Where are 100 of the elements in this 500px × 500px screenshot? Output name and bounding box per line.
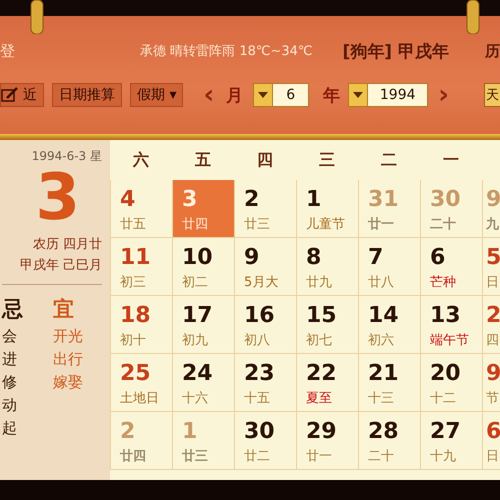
day-cell[interactable]: 27 十九 [420,412,482,470]
day-cell[interactable]: 9 5月大 [234,238,296,296]
day-number: 15 [306,304,338,328]
lunar-date: 端午节 [430,332,470,350]
day-number: 11 [120,246,152,270]
day-cell[interactable]: 5 日 [482,238,500,296]
day-number: 10 [182,246,214,270]
lunar-date: 初六 [368,332,395,350]
big-day-number: 3 [35,165,80,232]
day-cell[interactable]: 8 廿九 [296,238,358,296]
day-number: 24 [182,362,214,386]
date-calc-button[interactable]: 日期推算 [52,83,122,107]
day-cell[interactable]: 30 廿二 [234,412,296,470]
suitable-label: 宜 [53,296,75,324]
day-number: 20 [430,362,462,386]
day-cell[interactable]: 17 初九 [172,296,234,354]
day-cell[interactable]: 14 初六 [358,296,420,354]
suitable-item: 出行 [53,350,83,370]
ganzhi-text: 甲戌年 己巳月 [20,257,102,274]
day-number: 9 [486,188,500,212]
lunar-date: 芒种 [430,274,457,292]
day-number: 2 [120,420,136,444]
day-number: 8 [306,246,322,270]
day-cell[interactable]: 6 日 [482,412,500,470]
day-cell[interactable]: 16 初八 [234,296,296,354]
app-title: 历 [485,42,500,60]
day-cell[interactable]: 15 初七 [296,296,358,354]
avoid-item: 起 [2,419,18,438]
day-cell[interactable]: 10 初二 [172,238,234,296]
lunar-date: 廿四 [182,216,209,234]
ring-icon [466,0,480,34]
lunar-date: 初三 [120,274,147,292]
lunar-date: 四 [486,332,500,350]
weather-text: 承德 晴转雷阵雨 18℃~34℃ [140,43,313,60]
lunar-date: 十五 [244,390,271,408]
day-cell[interactable]: 18 初十 [110,296,172,354]
day-number: 1 [306,188,322,212]
day-cell[interactable]: 22 夏至 [296,354,358,412]
ring-icon [30,0,44,34]
lunar-date: 廿一 [306,448,333,466]
day-number: 2 [244,188,260,212]
lunar-date: 二十 [430,216,457,234]
year-select[interactable]: 1994 [348,83,428,107]
weekday-header: 三 [318,148,336,170]
lunar-date: 十六 [182,390,209,408]
suitable-item: 开光 [53,327,83,346]
lunar-date: 十九 [430,448,457,466]
day-number: 23 [244,362,276,386]
holiday-dropdown[interactable]: 假期 ▾ [130,83,184,107]
lunar-date: 日 [486,274,500,292]
day-cell[interactable]: 29 廿一 [296,412,358,470]
month-select[interactable]: 6 [253,83,310,107]
day-cell[interactable]: 2 廿三 [234,180,296,238]
today-button[interactable]: 天 [484,83,500,107]
day-number: 27 [430,420,462,444]
day-cell[interactable]: 24 十六 [172,354,234,412]
lunar-date: 节 [486,390,500,408]
day-cell[interactable]: 9 节 [482,354,500,412]
day-cell[interactable]: 6 芒种 [420,238,482,296]
day-cell[interactable]: 1 儿童节 [296,180,358,238]
day-number: 18 [120,304,152,328]
lunar-date-text: 农历 四月廿 [32,236,102,254]
day-number: 3 [182,188,198,212]
weekday-header: 二 [380,148,398,170]
day-cell[interactable]: 7 廿八 [358,238,420,296]
lunar-date: 初二 [182,274,209,292]
day-number: 6 [430,246,446,270]
lunar-date: 廿三 [244,216,271,234]
day-cell[interactable]: 25 土地日 [110,354,172,412]
zodiac-year: [狗年] 甲戌年 [342,40,449,62]
lunar-date: 初九 [182,332,209,350]
day-number: 29 [306,420,338,444]
day-cell[interactable]: 20 十二 [420,354,482,412]
lunar-date: 夏至 [306,390,333,408]
day-number: 22 [306,362,338,386]
lunar-date: 廿二 [244,448,271,466]
lunar-date: 十二 [430,390,457,408]
selected-date: 1994-6-3 星 [32,148,102,165]
day-number: 5 [486,246,500,270]
day-number: 25 [120,362,152,386]
lunar-date: 初十 [120,332,147,350]
day-cell[interactable]: 13 端午节 [420,296,482,354]
day-cell[interactable]: 2 四 [482,296,500,354]
day-number: 9 [486,362,500,386]
day-cell[interactable]: 21 十三 [358,354,420,412]
day-number: 9 [244,246,260,270]
lunar-date: 日 [486,448,500,466]
weekday-header: 一 [442,148,460,170]
lunar-date: 初八 [244,332,271,350]
lunar-date: 儿童节 [306,216,346,234]
lunar-date: 十三 [368,390,395,408]
year-label: 年 [323,84,340,106]
avoid-item: 进 [2,350,18,370]
day-cell[interactable]: 28 二十 [358,412,420,470]
weekday-header: 六 [132,148,150,170]
day-cell[interactable]: 11 初三 [110,238,172,296]
lunar-date: 土地日 [120,390,160,408]
day-number: 16 [244,304,276,328]
day-cell[interactable]: 23 十五 [234,354,296,412]
recent-button[interactable]: 近 [0,83,44,107]
